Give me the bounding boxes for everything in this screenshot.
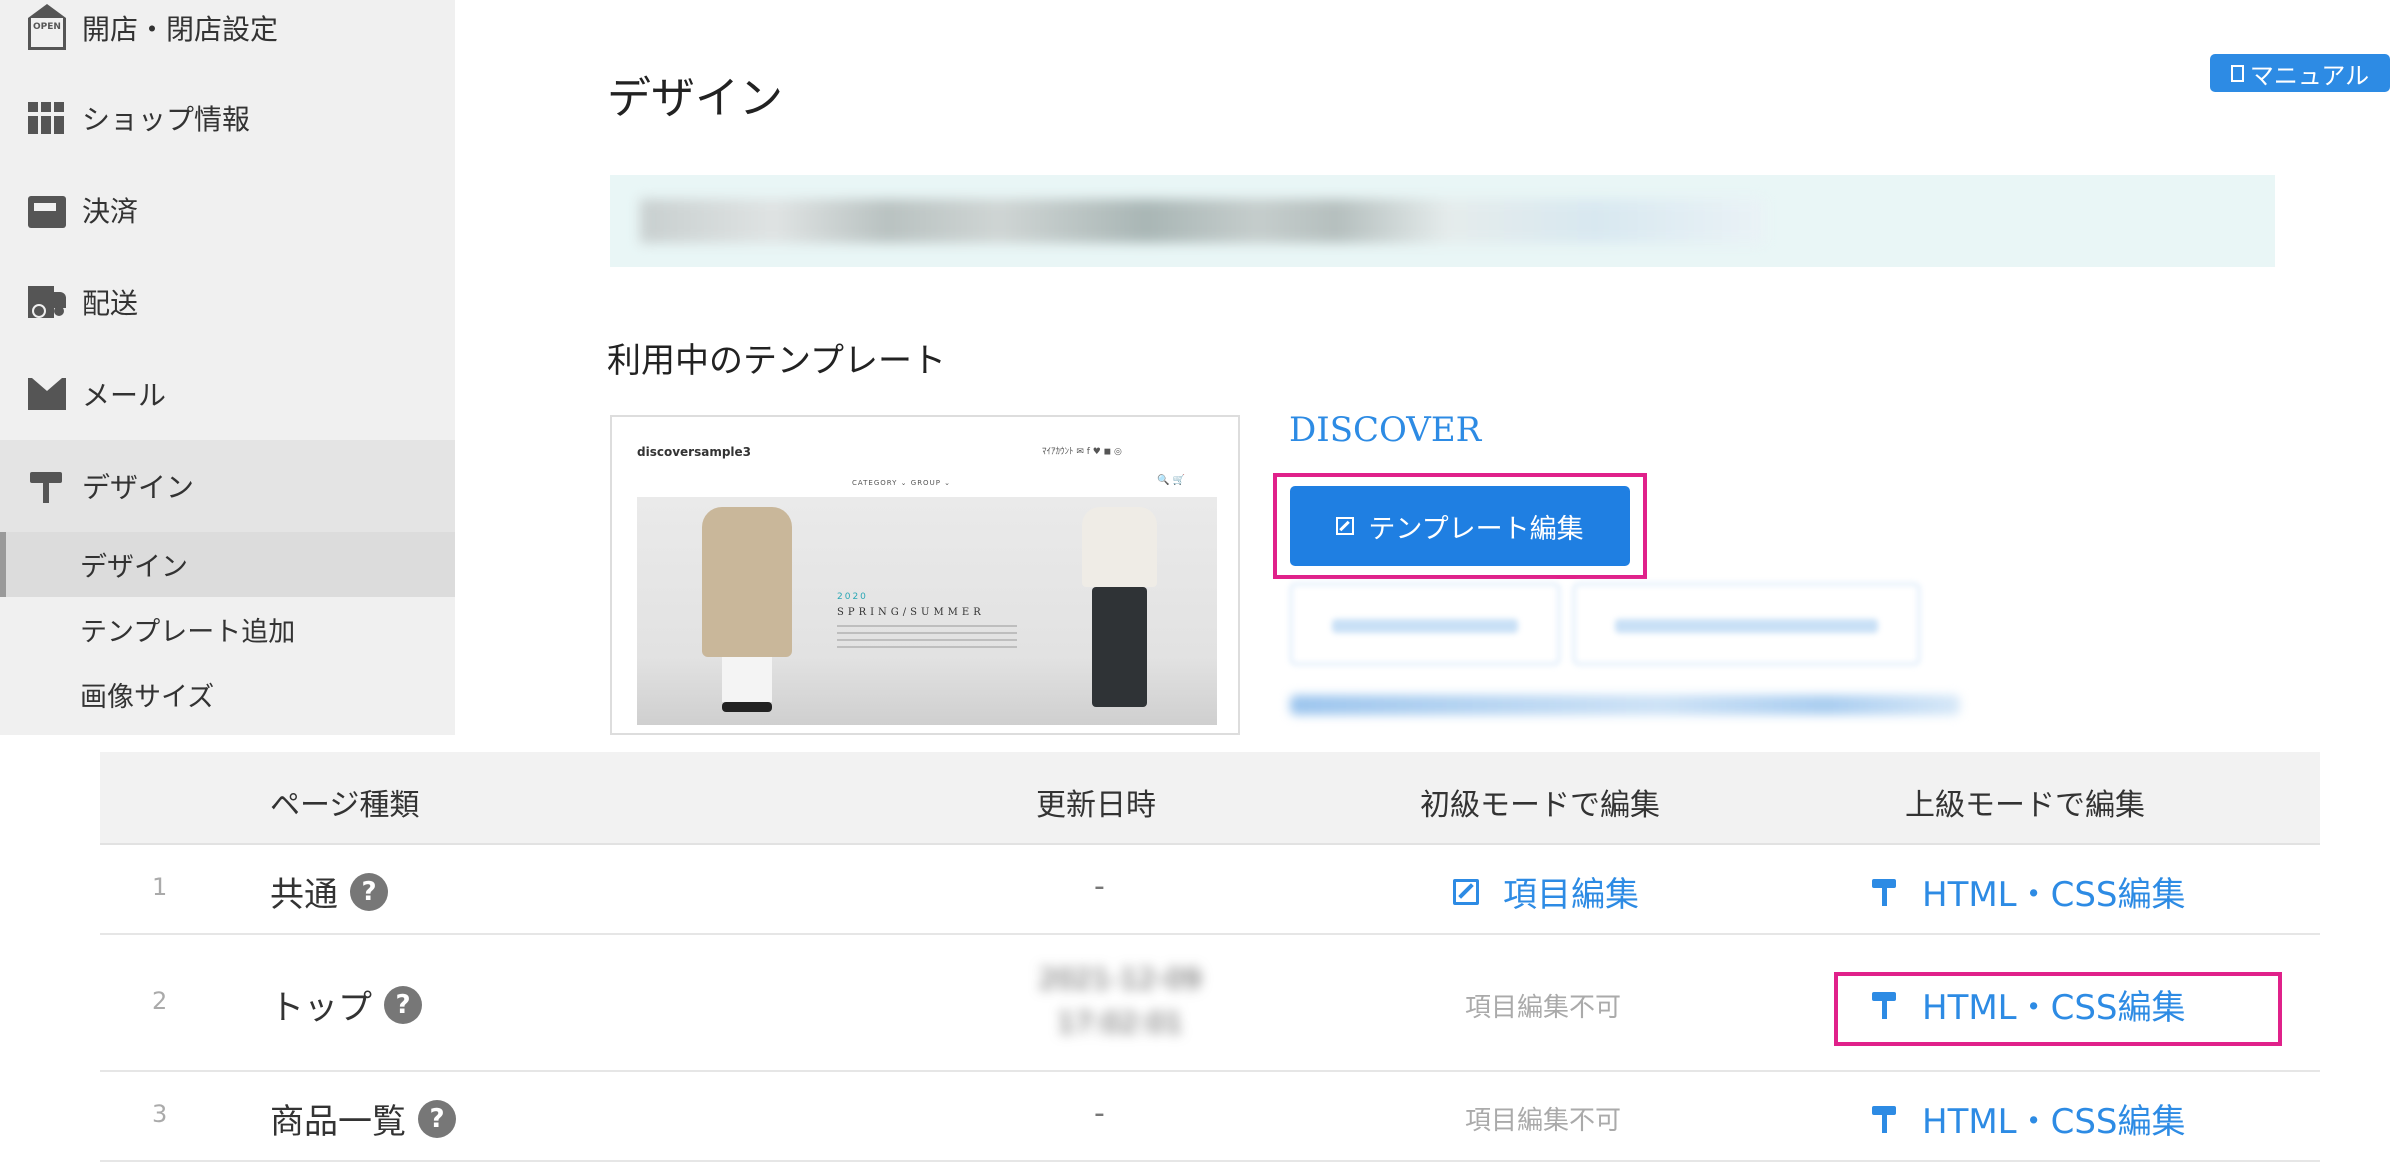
preview-year: 2020: [837, 592, 868, 602]
sidebar-subitem-image-size[interactable]: 画像サイズ: [0, 662, 455, 727]
help-icon[interactable]: ?: [384, 985, 422, 1024]
model-pants: [1092, 587, 1147, 707]
sidebar-subitem-label: テンプレート追加: [80, 617, 296, 648]
sidebar-item-label: デザイン: [82, 471, 195, 504]
header-advanced-mode: 上級モードで編集: [1905, 788, 2145, 823]
paint-roller-icon: [1872, 877, 1898, 907]
blurred-preview-button[interactable]: [1290, 583, 1560, 665]
preview-search-cart: 🔍 🛒: [1157, 475, 1186, 486]
advanced-edit-label: HTML・CSS編集: [1922, 1102, 2186, 1142]
advanced-edit-link[interactable]: HTML・CSS編集: [1872, 1094, 2186, 1143]
truck-icon: [28, 286, 66, 318]
sidebar: 開店・閉店設定 ショップ情報 決済 配送 メール デザイン デザイン テンプレー…: [0, 0, 455, 735]
preview-season: SPRING/SUMMER: [837, 607, 985, 618]
page-name-label: トップ: [270, 988, 372, 1028]
page-name-label: 共通: [270, 875, 338, 915]
preview-body-text: [837, 625, 1017, 649]
table-row: 1 共通 ? - 項目編集 HTML・CSS編集: [100, 845, 2320, 935]
preview-logo: discoversample3: [637, 445, 752, 459]
header-basic-mode: 初級モードで編集: [1420, 788, 1660, 823]
shop-icon: [28, 102, 66, 134]
updated-time: 17:02:01: [1057, 1006, 1183, 1039]
sidebar-item-payment[interactable]: 決済: [0, 164, 455, 256]
preview-header-links: ﾏｲｱｶｳﾝﾄ ✉ f ♥ ◼ ◎: [1042, 447, 1122, 457]
sidebar-item-mail[interactable]: メール: [0, 348, 455, 440]
blurred-notice-text: [640, 199, 1764, 243]
mail-icon: [28, 378, 66, 410]
updated-value: -: [1094, 869, 1105, 904]
table-header: ページ種類 更新日時 初級モードで編集 上級モードで編集: [100, 752, 2320, 845]
highlight-box-html-css-edit: [1834, 972, 2282, 1046]
help-icon[interactable]: ?: [350, 872, 388, 911]
basic-edit-unavailable: 項目編集不可: [1465, 1106, 1622, 1136]
manual-button-label: マニュアル: [2249, 61, 2370, 90]
sidebar-item-label: 決済: [82, 195, 139, 228]
page-name: トップ ?: [270, 980, 422, 1029]
paint-roller-icon: [1872, 1104, 1898, 1134]
sidebar-item-label: メール: [82, 379, 167, 412]
basic-edit-unavailable: 項目編集不可: [1465, 993, 1622, 1023]
sidebar-item-label: 配送: [82, 287, 139, 320]
model-coat: [702, 507, 792, 657]
model-shirt: [1082, 507, 1157, 587]
help-icon[interactable]: ?: [418, 1099, 456, 1138]
preview-hero-image: 2020 SPRING/SUMMER: [637, 497, 1217, 725]
notice-banner: [610, 175, 2275, 267]
highlight-box-template-edit: [1273, 473, 1647, 579]
sidebar-item-shipping[interactable]: 配送: [0, 256, 455, 348]
sidebar-item-label: 開店・閉店設定: [82, 13, 279, 46]
sidebar-subitem-label: デザイン: [80, 552, 188, 583]
basic-edit-link[interactable]: 項目編集: [1453, 867, 1639, 916]
payment-icon: [28, 196, 66, 228]
table-row: 3 商品一覧 ? - 項目編集不可 HTML・CSS編集: [100, 1072, 2320, 1162]
advanced-edit-label: HTML・CSS編集: [1922, 875, 2186, 915]
header-updated: 更新日時: [1036, 788, 1156, 823]
blurred-links: [1290, 695, 1960, 715]
edit-icon: [1453, 878, 1479, 905]
page-title: デザイン: [607, 73, 783, 124]
document-icon: [2230, 64, 2244, 82]
sidebar-subitem-design[interactable]: デザイン: [0, 532, 455, 597]
row-number: 2: [152, 987, 168, 1015]
sidebar-item-shop-info[interactable]: ショップ情報: [0, 72, 455, 164]
sidebar-item-open-close[interactable]: 開店・閉店設定: [0, 0, 455, 74]
basic-edit-label: 項目編集: [1503, 875, 1639, 915]
updated-date: 2021-12-09: [1038, 962, 1202, 995]
model-shoes: [722, 702, 772, 712]
template-preview: discoversample3 ﾏｲｱｶｳﾝﾄ ✉ f ♥ ◼ ◎ CATEGO…: [610, 415, 1240, 735]
sidebar-item-label: ショップ情報: [82, 103, 251, 136]
sidebar-subitem-add-template[interactable]: テンプレート追加: [0, 597, 455, 662]
page-name-label: 商品一覧: [270, 1102, 406, 1142]
sidebar-subitem-label: 画像サイズ: [80, 682, 215, 713]
paint-roller-icon: [28, 470, 66, 503]
manual-button[interactable]: マニュアル: [2210, 54, 2390, 92]
advanced-edit-link[interactable]: HTML・CSS編集: [1872, 867, 2186, 916]
updated-value: 2021-12-09 17:02:01: [970, 957, 1270, 1045]
preview-nav: CATEGORY ⌄ GROUP ⌄: [852, 479, 952, 487]
row-number: 1: [152, 873, 168, 901]
page-name: 商品一覧 ?: [270, 1094, 456, 1143]
template-name: DISCOVER: [1289, 410, 1482, 450]
section-title: 利用中のテンプレート: [607, 341, 946, 381]
sidebar-item-design[interactable]: デザイン: [0, 440, 455, 532]
model-legs: [722, 657, 772, 702]
blurred-action-button[interactable]: [1573, 583, 1920, 665]
open-sign-icon: [28, 4, 66, 50]
updated-value: -: [1094, 1096, 1105, 1131]
row-number: 3: [152, 1100, 168, 1128]
header-page-type: ページ種類: [270, 788, 420, 823]
page-name: 共通 ?: [270, 867, 388, 916]
